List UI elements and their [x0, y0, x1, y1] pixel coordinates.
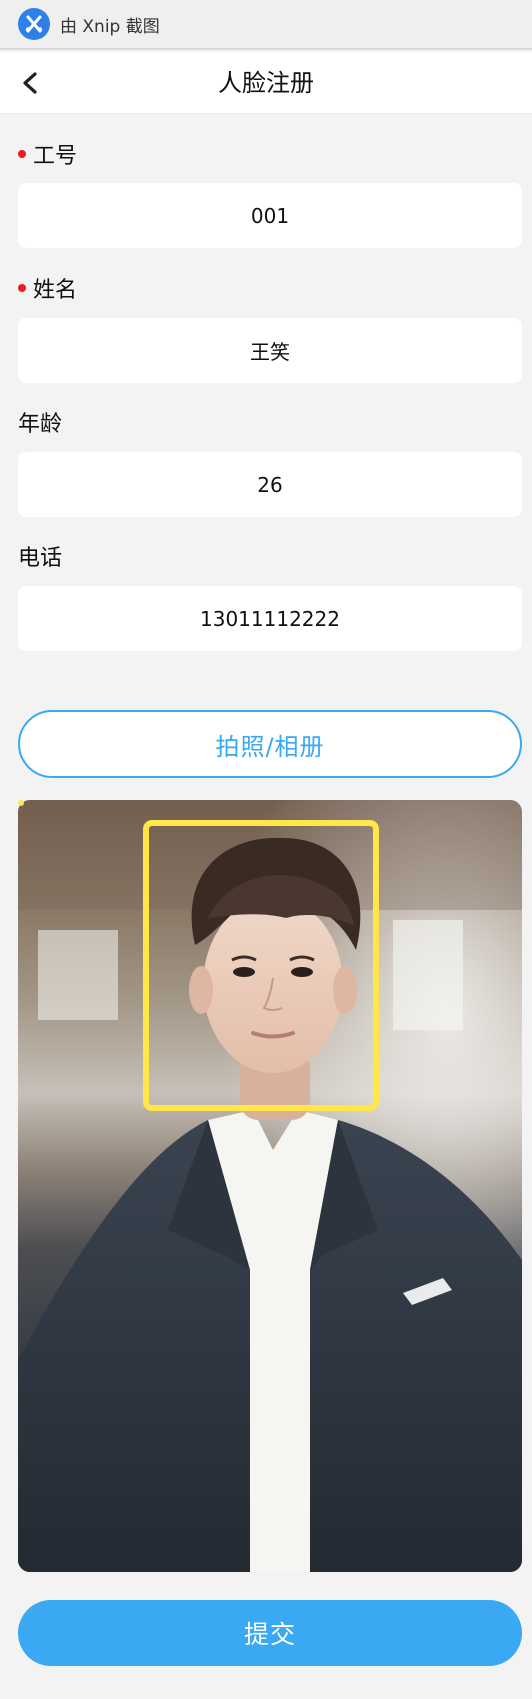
phone-label: 电话: [18, 540, 62, 572]
capture-label: 由 Xnip 截图: [60, 16, 160, 37]
name-label-text: 姓名: [33, 278, 78, 303]
capture-marker: [18, 800, 24, 806]
required-indicator: [18, 150, 26, 158]
phone-input[interactable]: 13011112222: [18, 586, 522, 651]
face-photo-preview: [18, 800, 522, 1572]
phone-label-text: 电话: [18, 546, 63, 571]
name-label: 姓名: [18, 272, 77, 304]
employee-id-label-text: 工号: [33, 144, 78, 169]
navigation-bar: 人脸注册: [0, 52, 532, 114]
name-value: 王笑: [250, 340, 290, 364]
xnip-logo-icon: [18, 8, 50, 40]
age-input[interactable]: 26: [18, 452, 522, 517]
age-label-text: 年龄: [18, 412, 63, 437]
employee-id-input[interactable]: 001: [18, 183, 522, 248]
name-input[interactable]: 王笑: [18, 318, 522, 383]
photo-album-button[interactable]: 拍照/相册: [18, 710, 522, 778]
employee-id-label: 工号: [18, 138, 77, 170]
age-label: 年龄: [18, 406, 62, 438]
portrait-photo: [18, 800, 522, 1572]
required-indicator: [18, 284, 26, 292]
page-title: 人脸注册: [218, 69, 314, 97]
employee-id-value: 001: [250, 203, 290, 228]
phone-value: 13011112222: [200, 606, 340, 631]
submit-button[interactable]: 提交: [18, 1600, 522, 1666]
age-value: 26: [257, 472, 283, 497]
capture-bar: 由 Xnip 截图: [0, 0, 532, 50]
